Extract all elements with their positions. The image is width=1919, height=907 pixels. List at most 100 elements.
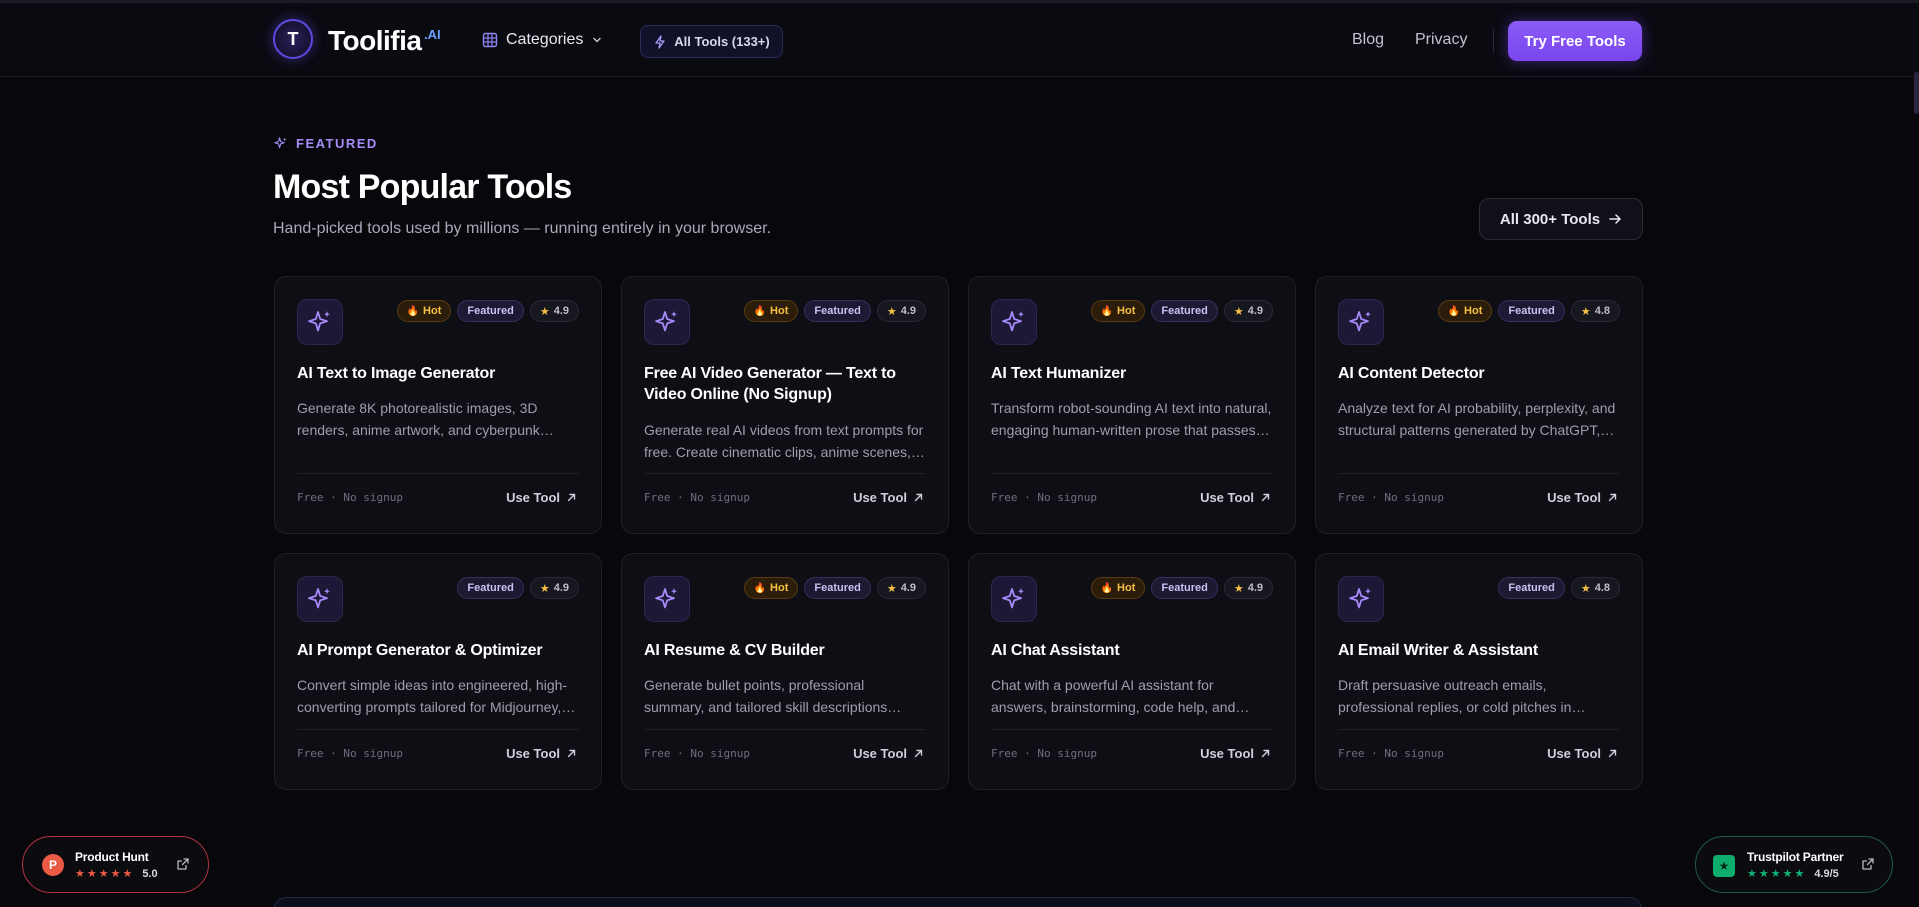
badge-row: 🔥 Hot Featured ★ 4.9 [1090,577,1273,599]
featured-badge: Featured [457,577,524,599]
use-tool-label: Use Tool [506,746,560,761]
tool-card[interactable]: 🔥 Hot Featured ★ 4.9 AI Chat Assistant Chat wi… [968,553,1296,790]
featured-badge: Featured [804,577,871,599]
tool-description: Draft persuasive outreach emails, profes… [1338,677,1572,715]
card-divider [297,473,579,474]
sparkle-icon [308,311,330,332]
rating-value: 4.9 [900,582,916,594]
arrow-up-right-icon [1261,749,1270,758]
star-icon: ★ [539,582,550,595]
tool-title[interactable]: AI Text Humanizer [991,363,1273,384]
tool-icon [991,299,1037,345]
tool-description: Generate bullet points, professional sum… [644,677,888,715]
tool-icon [297,576,343,622]
flame-icon: 🔥 [753,582,767,594]
sparkle-icon [1002,588,1024,609]
tool-card[interactable]: Featured ★ 4.8 AI Email Writer & Assistant D… [1315,553,1643,790]
trustpilot-rating: ★★★★★ 4.9/5 [1747,867,1839,881]
sparkle-icon [655,588,677,609]
tool-title[interactable]: AI Content Detector [1338,363,1620,384]
rating-value: 4.9 [1247,582,1263,594]
tool-icon [644,576,690,622]
tool-card[interactable]: 🔥 Hot Featured ★ 4.9 AI Text to Image Generat… [274,276,602,534]
tool-title[interactable]: AI Email Writer & Assistant [1338,640,1620,661]
star-icon: ★ [1233,582,1244,595]
trustpilot-badge[interactable]: ★ Trustpilot Partner ★★★★★ 4.9/5 [1695,836,1893,893]
star-icon: ★ [886,582,897,595]
trustpilot-score: 4.9/5 [1814,867,1839,880]
use-tool-button[interactable]: Use Tool [506,746,577,761]
tool-meta: Free · No signup [991,747,1097,760]
tool-title[interactable]: Free AI Video Generator — Text to Video … [644,363,926,405]
categories-dropdown[interactable]: Categories [482,28,603,52]
tool-card[interactable]: 🔥 Hot Featured ★ 4.9 AI Text Humanizer Transfo… [968,276,1296,534]
hot-badge: 🔥 Hot [1437,300,1493,322]
hot-badge: 🔥 Hot [1090,577,1146,599]
use-tool-button[interactable]: Use Tool [853,490,924,505]
use-tool-button[interactable]: Use Tool [853,746,924,761]
tool-icon [1338,576,1384,622]
hot-badge: 🔥 Hot [396,300,452,322]
logo-badge[interactable]: T [273,19,313,59]
use-tool-button[interactable]: Use Tool [506,490,577,505]
tool-card[interactable]: 🔥 Hot Featured ★ 4.9 AI Resume & CV Builder Ge… [621,553,949,790]
tool-title[interactable]: AI Chat Assistant [991,640,1273,661]
hot-label: Hot [423,305,442,317]
rating-badge: ★ 4.8 [1570,300,1620,322]
tool-icon [991,576,1037,622]
use-tool-button[interactable]: Use Tool [1547,746,1618,761]
use-tool-label: Use Tool [1200,746,1254,761]
logo-text[interactable]: Toolifia [328,25,422,57]
tool-title[interactable]: AI Prompt Generator & Optimizer [297,640,579,661]
use-tool-button[interactable]: Use Tool [1200,746,1271,761]
card-divider [1338,729,1620,730]
badge-row: 🔥 Hot Featured ★ 4.9 [743,577,926,599]
tool-meta: Free · No signup [297,491,403,504]
tool-card[interactable]: 🔥 Hot Featured ★ 4.8 AI Content Detector Analy… [1315,276,1643,534]
rating-value: 4.9 [553,582,569,594]
tool-title[interactable]: AI Resume & CV Builder [644,640,926,661]
sparkle-icon [655,311,677,332]
rating-badge: ★ 4.9 [876,300,926,322]
scrollbar-thumb[interactable] [1914,72,1919,114]
tool-title[interactable]: AI Text to Image Generator [297,363,579,384]
all-300-tools-button[interactable]: All 300+ Tools [1479,198,1643,240]
nav-link-privacy[interactable]: Privacy [1415,31,1467,49]
all-tools-button[interactable]: All Tools (133+) [640,25,783,58]
flame-icon: 🔥 [1100,582,1114,594]
use-tool-label: Use Tool [853,746,907,761]
chevron-down-icon [593,37,602,43]
card-divider [991,473,1273,474]
use-tool-label: Use Tool [853,490,907,505]
use-tool-button[interactable]: Use Tool [1547,490,1618,505]
featured-badge: Featured [1151,300,1218,322]
tools-grid: 🔥 Hot Featured ★ 4.9 AI Text to Image Generat… [274,276,1643,790]
product-hunt-badge[interactable]: P Product Hunt ★★★★★ 5.0 [22,836,209,893]
arrow-up-right-icon [1261,493,1270,502]
sparkle-icon [1002,311,1024,332]
grid-icon [482,32,498,48]
badge-row: 🔥 Hot Featured ★ 4.9 [743,300,926,322]
rating-value: 4.9 [900,305,916,317]
tool-card[interactable]: Featured ★ 4.9 AI Prompt Generator & Optimi… [274,553,602,790]
trustpilot-title: Trustpilot Partner [1747,850,1844,864]
card-divider [1338,473,1620,474]
tool-meta: Free · No signup [297,747,403,760]
tool-card[interactable]: 🔥 Hot Featured ★ 4.9 Free AI Video Generator … [621,276,949,534]
use-tool-label: Use Tool [1547,490,1601,505]
rating-badge: ★ 4.9 [1223,577,1273,599]
arrow-up-right-icon [914,493,923,502]
star-icon: ★ [1580,582,1591,595]
nav-link-blog[interactable]: Blog [1352,31,1384,49]
product-hunt-title: Product Hunt [75,850,149,864]
use-tool-button[interactable]: Use Tool [1200,490,1271,505]
arrow-up-right-icon [1608,749,1617,758]
featured-badge: Featured [1498,577,1565,599]
featured-badge: Featured [1151,577,1218,599]
use-tool-label: Use Tool [1547,746,1601,761]
arrow-up-right-icon [567,493,576,502]
try-free-tools-button[interactable]: Try Free Tools [1508,21,1642,61]
badge-row: 🔥 Hot Featured ★ 4.9 [1090,300,1273,322]
tool-meta: Free · No signup [1338,747,1444,760]
rating-value: 4.9 [553,305,569,317]
